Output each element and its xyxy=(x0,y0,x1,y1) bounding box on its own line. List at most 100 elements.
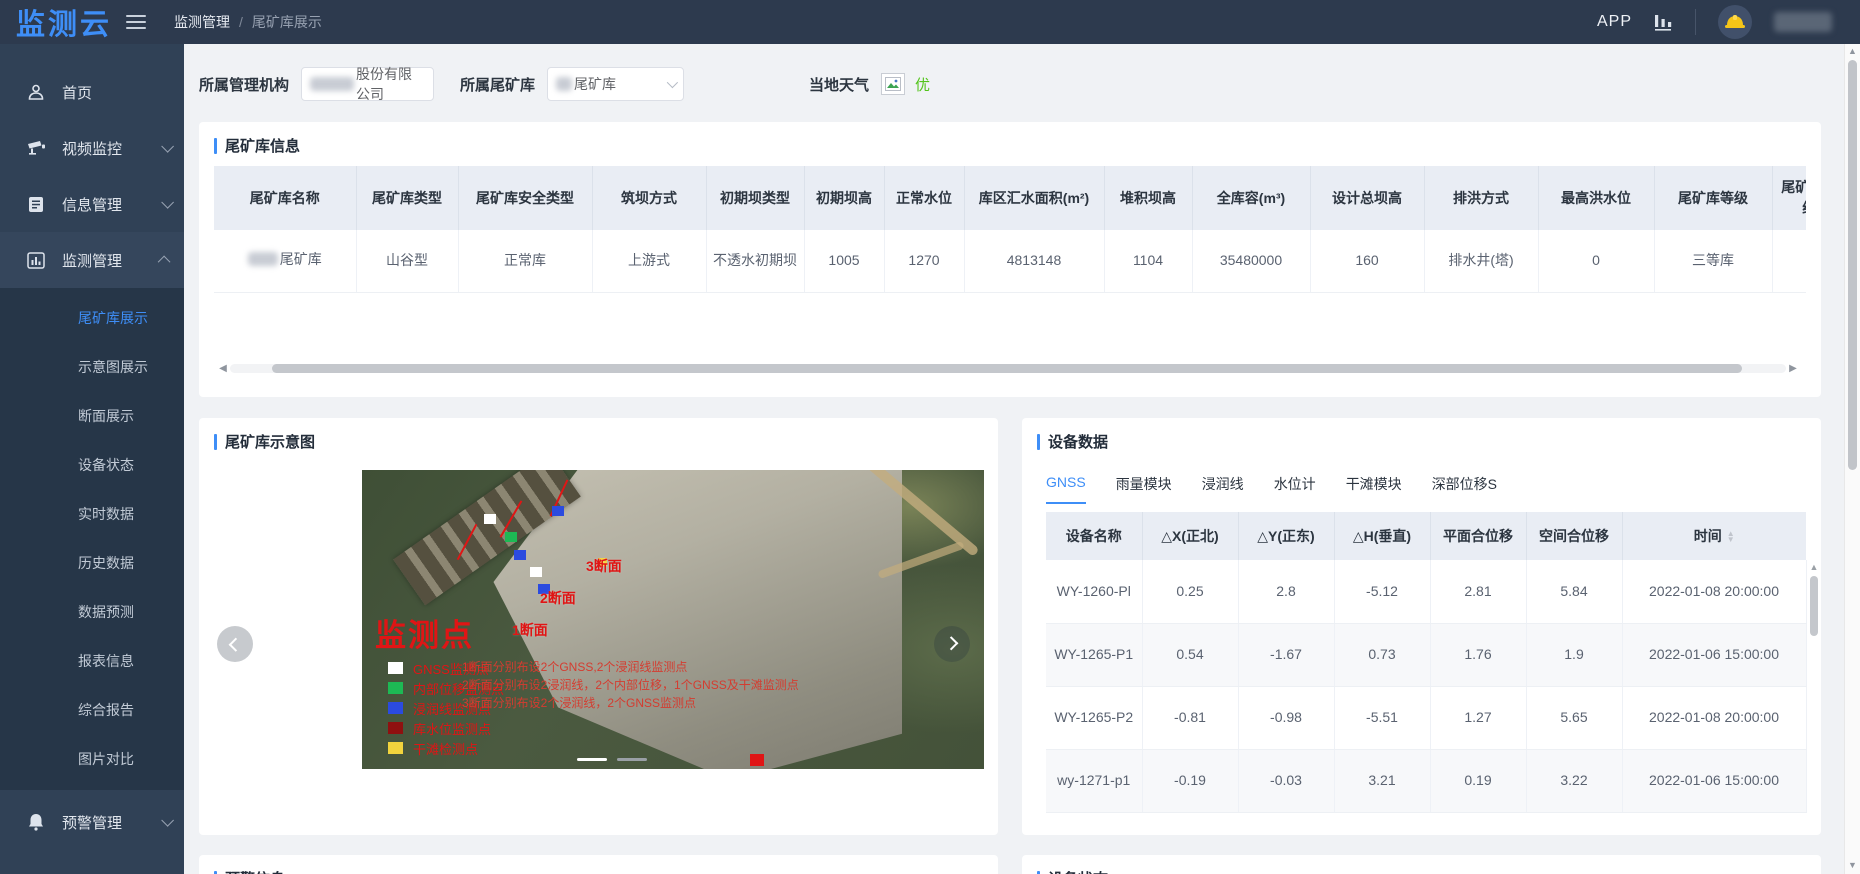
cell-max-flood-level: 0 xyxy=(1538,230,1654,292)
alert-info-card: 预警信息 xyxy=(199,855,998,874)
scroll-down-icon[interactable]: ▼ xyxy=(1845,858,1860,872)
app-logo: 监测云 xyxy=(16,1,112,43)
breadcrumb-parent[interactable]: 监测管理 xyxy=(174,12,230,32)
filter-bar: 所属管理机构 股份有限公司 所属尾矿库 尾矿库 当地天气 优 xyxy=(199,66,930,102)
sidebar-item-alert[interactable]: 预警管理 xyxy=(0,794,184,850)
device-table: 设备名称 △X(正北) △Y(正东) △H(垂直) 平面合位移 空间合位移 时间… xyxy=(1046,512,1807,813)
device-row[interactable]: WY-1265-P2-0.81-0.98-5.511.275.652022-01… xyxy=(1046,686,1806,749)
cell-total-capacity: 35480000 xyxy=(1192,230,1310,292)
sidebar-item-video[interactable]: 视频监控 xyxy=(0,120,184,176)
device-row[interactable]: WY-1260-Pl0.252.8-5.122.815.842022-01-08… xyxy=(1046,560,1806,623)
submenu-item-device-status[interactable]: 设备状态 xyxy=(0,441,184,490)
submenu-item-report-info[interactable]: 报表信息 xyxy=(0,637,184,686)
chevron-down-icon xyxy=(161,196,174,209)
device-vertical-scrollbar[interactable]: ▲ xyxy=(1808,562,1820,822)
title-accent-bar xyxy=(214,871,217,874)
carousel-next-button[interactable] xyxy=(934,626,970,662)
weather-label: 当地天气 xyxy=(809,74,869,95)
sidebar-label-info: 信息管理 xyxy=(62,194,122,215)
col-catchment-area: 库区汇水面积(m²) xyxy=(964,166,1104,230)
vscroll-thumb[interactable] xyxy=(1810,576,1818,636)
org-label: 所属管理机构 xyxy=(199,74,289,95)
dashboard-chart-icon[interactable] xyxy=(1654,13,1673,31)
select-chevron-icon xyxy=(667,77,678,88)
water-level-marker xyxy=(750,754,764,766)
sidebar-item-info[interactable]: 信息管理 xyxy=(0,176,184,232)
username-redacted[interactable] xyxy=(1774,12,1832,32)
monitor-submenu: 尾矿库展示 示意图展示 断面展示 设备状态 实时数据 历史数据 数据预测 报表信… xyxy=(0,288,184,790)
status-card-title-text: 设备状态 xyxy=(1048,868,1108,874)
dcol-time[interactable]: 时间▲▼ xyxy=(1622,512,1806,560)
submenu-item-realtime-data[interactable]: 实时数据 xyxy=(0,490,184,539)
tab-rainfall[interactable]: 雨量模块 xyxy=(1116,474,1172,504)
submenu-item-history-data[interactable]: 历史数据 xyxy=(0,539,184,588)
scroll-up-icon[interactable]: ▲ xyxy=(1845,44,1860,58)
cell-stacked-dam-height: 1104 xyxy=(1104,230,1192,292)
app-link[interactable]: APP xyxy=(1597,13,1632,31)
chevron-down-icon xyxy=(161,814,174,827)
submenu-item-tailings-display[interactable]: 尾矿库展示 xyxy=(0,294,184,343)
tab-waterlevel[interactable]: 水位计 xyxy=(1274,474,1316,504)
page-scroll-thumb[interactable] xyxy=(1848,60,1857,470)
cell-design-dam-height: 160 xyxy=(1310,230,1424,292)
cell-type: 山谷型 xyxy=(356,230,458,292)
cell-safety-type: 正常库 xyxy=(458,230,592,292)
device-card-title: 设备数据 xyxy=(1022,418,1821,462)
hscroll-thumb[interactable] xyxy=(272,364,1742,373)
page-vertical-scrollbar[interactable]: ▲ ▼ xyxy=(1844,44,1860,874)
sidebar-item-monitor[interactable]: 监测管理 xyxy=(0,232,184,288)
tab-seepage[interactable]: 浸润线 xyxy=(1202,474,1244,504)
col-intro: 尾矿库介绍 xyxy=(1772,166,1806,230)
dcol-device-name: 设备名称 xyxy=(1046,512,1142,560)
annotation-notes: 1断面分别布设2个GNSS,2个浸润线监测点 2断面分别布设2浸润线，2个内部位… xyxy=(462,658,799,712)
col-initial-dam-type: 初期坝类型 xyxy=(706,166,804,230)
submenu-item-data-forecast[interactable]: 数据预测 xyxy=(0,588,184,637)
col-total-capacity: 全库容(m³) xyxy=(1192,166,1310,230)
tab-gnss[interactable]: GNSS xyxy=(1046,474,1086,504)
indicator[interactable] xyxy=(617,758,647,761)
org-input[interactable]: 股份有限公司 xyxy=(301,67,434,101)
submenu-item-image-compare[interactable]: 图片对比 xyxy=(0,735,184,784)
sort-icon[interactable]: ▲▼ xyxy=(1727,531,1735,543)
tab-drybeach[interactable]: 干滩模块 xyxy=(1346,474,1402,504)
submenu-item-综合-report[interactable]: 综合报告 xyxy=(0,686,184,735)
scroll-up-icon[interactable]: ▲ xyxy=(1808,562,1820,572)
pond-select[interactable]: 尾矿库 xyxy=(547,67,684,101)
cell-grade: 三等库 xyxy=(1654,230,1772,292)
horizontal-scrollbar[interactable]: ◀ ▶ xyxy=(216,363,1800,375)
submenu-item-section-display[interactable]: 断面展示 xyxy=(0,392,184,441)
scroll-right-icon[interactable]: ▶ xyxy=(1786,363,1800,375)
sidebar-label-monitor: 监测管理 xyxy=(62,250,122,271)
avatar[interactable] xyxy=(1718,5,1752,39)
legend-item: 库水位监测点 xyxy=(388,718,504,738)
home-user-icon xyxy=(26,82,46,102)
pond-value: 尾矿库 xyxy=(574,74,616,94)
col-dam-method: 筑坝方式 xyxy=(592,166,706,230)
device-row[interactable]: WY-1265-P10.54-1.670.731.761.92022-01-06… xyxy=(1046,623,1806,686)
cell-name: 尾矿库 xyxy=(214,230,356,292)
carousel-indicators[interactable] xyxy=(577,758,647,761)
breadcrumb-separator: / xyxy=(239,14,243,30)
legend-swatch-waterlevel xyxy=(388,722,403,734)
device-row[interactable]: wy-1271-p1-0.19-0.033.210.193.222022-01-… xyxy=(1046,749,1806,812)
sidebar-item-home[interactable]: 首页 xyxy=(0,64,184,120)
hardhat-icon xyxy=(1724,13,1746,31)
schematic-image[interactable]: 3断面 2断面 1断面 监测点 GNSS监测点 内部位移监测点 浸润线监测点 库… xyxy=(362,470,984,769)
info-table-data-row[interactable]: 尾矿库 山谷型 正常库 上游式 不透水初期坝 1005 1270 4813148… xyxy=(214,230,1806,292)
gnss-marker xyxy=(530,567,542,577)
submenu-item-schematic-display[interactable]: 示意图展示 xyxy=(0,343,184,392)
legend-swatch-seepage xyxy=(388,702,403,714)
sidebar-toggle-icon[interactable] xyxy=(126,15,146,29)
pond-redacted xyxy=(556,77,572,91)
scroll-left-icon[interactable]: ◀ xyxy=(216,363,230,375)
tab-deep-displacement[interactable]: 深部位移S xyxy=(1432,474,1497,504)
seepage-marker xyxy=(514,550,526,560)
legend-item: 干滩检测点 xyxy=(388,738,504,758)
dcol-dy: △Y(正东) xyxy=(1238,512,1334,560)
weather-broken-image-icon xyxy=(881,73,905,95)
sidebar: 首页 视频监控 信息管理 监测管理 尾矿库展示 示意图展示 断面展示 设备状态 … xyxy=(0,44,184,874)
carousel-prev-button[interactable] xyxy=(217,626,253,662)
info-card-title-text: 尾矿库信息 xyxy=(225,135,300,156)
indicator-active[interactable] xyxy=(577,758,607,761)
col-max-flood-level: 最高洪水位 xyxy=(1538,166,1654,230)
